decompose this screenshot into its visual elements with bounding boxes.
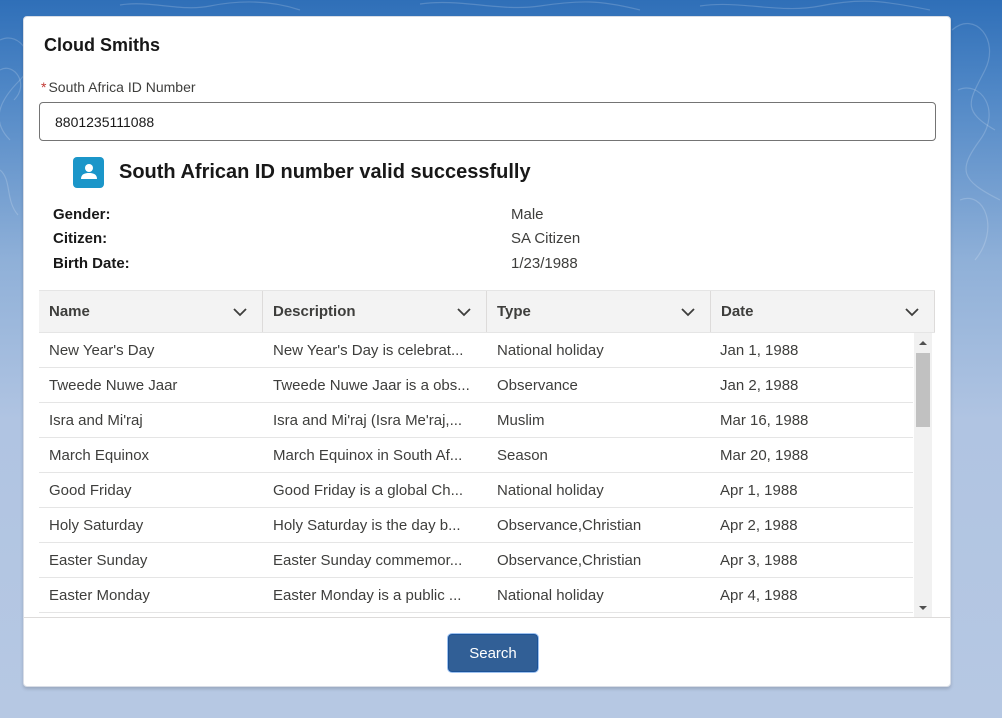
column-header-label: Date <box>721 303 754 320</box>
triangle-up-icon[interactable] <box>914 337 932 349</box>
citizen-value: SA Citizen <box>511 230 581 247</box>
table-header: Name Description Type Date <box>39 291 935 333</box>
chevron-down-icon[interactable] <box>456 305 472 319</box>
cell-type: National holiday <box>497 342 604 359</box>
cell-description: Easter Monday is a public ... <box>273 587 462 604</box>
citizen-label: Citizen: <box>53 230 108 247</box>
column-header-label: Description <box>273 303 356 320</box>
id-number-label-text: South Africa ID Number <box>48 79 196 95</box>
cell-description: Holy Saturday is the day b... <box>273 517 461 534</box>
cell-name: Easter Sunday <box>49 552 148 569</box>
table-body: New Year's Day New Year's Day is celebra… <box>39 333 913 613</box>
cell-name: Good Friday <box>49 482 132 499</box>
validation-status-text: South African ID number valid successful… <box>119 160 531 183</box>
cell-name: New Year's Day <box>49 342 155 359</box>
cell-name: Tweede Nuwe Jaar <box>49 377 178 394</box>
table-row[interactable]: Good Friday Good Friday is a global Ch..… <box>39 473 913 508</box>
cell-type: Observance,Christian <box>497 517 642 534</box>
cell-type: Season <box>497 447 548 464</box>
gender-label: Gender: <box>53 206 111 223</box>
column-header-label: Name <box>49 303 90 320</box>
cell-date: Apr 1, 1988 <box>720 482 798 499</box>
table-row[interactable]: New Year's Day New Year's Day is celebra… <box>39 333 913 368</box>
cell-name: Isra and Mi'raj <box>49 412 143 429</box>
table-row[interactable]: March Equinox March Equinox in South Af.… <box>39 438 913 473</box>
cell-date: Apr 4, 1988 <box>720 587 798 604</box>
cell-description: New Year's Day is celebrat... <box>273 342 464 359</box>
gender-value: Male <box>511 206 544 223</box>
cell-type: Observance,Christian <box>497 552 642 569</box>
validation-status: South African ID number valid successful… <box>73 156 531 188</box>
column-header-name[interactable]: Name <box>39 291 263 332</box>
column-header-label: Type <box>497 303 531 320</box>
table-row[interactable]: Isra and Mi'raj Isra and Mi'raj (Isra Me… <box>39 403 913 438</box>
cloud-smiths-card: Cloud Smiths *South Africa ID Number Sou… <box>23 16 951 687</box>
cell-description: Tweede Nuwe Jaar is a obs... <box>273 377 470 394</box>
chevron-down-icon[interactable] <box>680 305 696 319</box>
triangle-down-icon[interactable] <box>914 602 932 614</box>
cell-description: Easter Sunday commemor... <box>273 552 463 569</box>
card-title: Cloud Smiths <box>44 35 160 55</box>
id-number-input[interactable] <box>39 102 936 141</box>
chevron-down-icon[interactable] <box>904 305 920 319</box>
cell-date: Apr 2, 1988 <box>720 517 798 534</box>
birth-date-label: Birth Date: <box>53 255 130 272</box>
cell-type: National holiday <box>497 482 604 499</box>
cell-name: Holy Saturday <box>49 517 144 534</box>
cell-date: Mar 20, 1988 <box>720 447 809 464</box>
table-row[interactable]: Easter Sunday Easter Sunday commemor... … <box>39 543 913 578</box>
id-number-label: * South Africa ID Number <box>41 79 196 95</box>
cell-date: Jan 1, 1988 <box>720 342 799 359</box>
cell-date: Jan 2, 1988 <box>720 377 799 394</box>
column-header-date[interactable]: Date <box>711 291 935 332</box>
table-row[interactable]: Easter Monday Easter Monday is a public … <box>39 578 913 613</box>
cell-description: March Equinox in South Af... <box>273 447 463 464</box>
search-button[interactable]: Search <box>448 634 538 672</box>
birth-date-value: 1/23/1988 <box>511 255 578 272</box>
holidays-table: Name Description Type Date New Year's Da… <box>39 290 935 618</box>
cell-type: Muslim <box>497 412 545 429</box>
column-header-description[interactable]: Description <box>263 291 487 332</box>
card-footer: Search <box>24 617 950 688</box>
cell-name: Easter Monday <box>49 587 150 604</box>
scrollbar-thumb[interactable] <box>916 353 930 427</box>
table-row[interactable]: Tweede Nuwe Jaar Tweede Nuwe Jaar is a o… <box>39 368 913 403</box>
column-header-type[interactable]: Type <box>487 291 711 332</box>
contact-icon <box>73 156 104 188</box>
cell-type: National holiday <box>497 587 604 604</box>
cell-description: Isra and Mi'raj (Isra Me'raj,... <box>273 412 463 429</box>
chevron-down-icon[interactable] <box>232 305 248 319</box>
cell-name: March Equinox <box>49 447 150 464</box>
cell-type: Observance <box>497 377 578 394</box>
cell-description: Good Friday is a global Ch... <box>273 482 464 499</box>
cell-date: Mar 16, 1988 <box>720 412 809 429</box>
table-scrollbar[interactable] <box>914 333 932 618</box>
cell-date: Apr 3, 1988 <box>720 552 798 569</box>
table-row[interactable]: Holy Saturday Holy Saturday is the day b… <box>39 508 913 543</box>
required-marker: * <box>41 79 47 95</box>
